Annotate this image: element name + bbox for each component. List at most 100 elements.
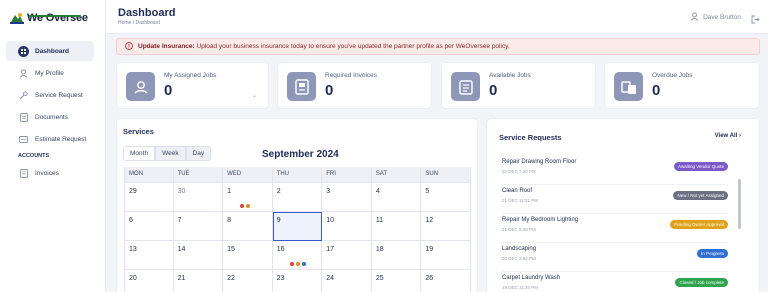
request-name: Landscaping: [502, 246, 537, 252]
list-scrollbar[interactable]: [738, 179, 741, 229]
calendar-day[interactable]: 20: [124, 270, 174, 292]
sidebar-item-label: Invoices: [35, 169, 59, 177]
service-requests-title: Service Requests: [499, 133, 562, 142]
sidebar-item-label: Documents: [35, 113, 68, 121]
request-date: 22 DEC 7:20 PM: [502, 169, 536, 174]
calendar-day[interactable]: 3: [322, 183, 372, 212]
sidebar-item-label: Estimate Request: [35, 135, 87, 143]
service-request-item[interactable]: Clean Roof 21 DEC 11:21 PM New / Not yet…: [502, 185, 728, 214]
top-header: Dashboard Home / Dashboard Dave Brutton: [106, 0, 768, 34]
calendar-day[interactable]: 18: [371, 241, 422, 270]
weekday-header: SUN: [421, 167, 471, 183]
calendar-view-tabs: Month Week Day: [123, 146, 212, 161]
weekday-header: TUE: [173, 167, 224, 183]
insurance-alert: Update Insurance: Upload your business i…: [116, 38, 760, 55]
sidebar-item-invoices[interactable]: Invoices: [6, 163, 94, 183]
service-request-item[interactable]: Landscaping 20 DEC 3:52 PM In Progress: [502, 243, 728, 272]
estimate-icon: [18, 134, 29, 145]
stat-card-overdue-jobs[interactable]: Overdue Jobs 0: [604, 62, 760, 109]
calendar-day[interactable]: 2: [272, 183, 323, 212]
calendar-month-title: September 2024: [262, 149, 339, 160]
calendar-week: 20 21 22 23 24 25 26: [124, 270, 471, 292]
event-dot[interactable]: [295, 262, 300, 266]
sidebar-item-service-request[interactable]: Service Request: [6, 85, 94, 105]
calendar-day[interactable]: 11: [371, 212, 422, 241]
event-dot[interactable]: [240, 204, 245, 208]
calendar-day[interactable]: 19: [421, 241, 471, 270]
breadcrumb[interactable]: Home / Dashboard: [118, 20, 160, 26]
user-menu[interactable]: Dave Brutton: [690, 12, 741, 23]
stat-card-available-jobs[interactable]: Available Jobs 0: [441, 62, 596, 109]
calendar-day[interactable]: 5: [421, 183, 471, 212]
request-name: Repair My Bedroom Lighting: [502, 217, 579, 223]
sidebar-item-label: Service Request: [35, 91, 83, 99]
calendar-day[interactable]: 6: [124, 212, 174, 241]
stat-card-required-invoices[interactable]: Required Invoices 0: [277, 62, 432, 109]
event-dot[interactable]: [246, 204, 251, 208]
stat-card-assigned-jobs[interactable]: My Assigned Jobs 0 ⌄: [116, 62, 269, 109]
sidebar-item-documents[interactable]: Documents: [6, 107, 94, 127]
user-icon: [18, 68, 29, 79]
sidebar-item-estimate-request[interactable]: Estimate Request: [6, 129, 94, 149]
calendar-week: 6 7 8 9 10 11 12: [124, 212, 471, 241]
request-name: Repair Drawing Room Floor: [502, 159, 577, 165]
calendar-day[interactable]: 1: [223, 183, 273, 212]
calendar-day-today[interactable]: 9: [272, 212, 323, 241]
calendar-week: 13 14 15 16 17 18 19: [124, 241, 471, 270]
chevron-down-icon[interactable]: ⌄: [252, 92, 257, 99]
event-dots: [289, 262, 306, 266]
logout-icon[interactable]: [751, 11, 760, 29]
tab-week[interactable]: Week: [155, 146, 186, 161]
service-request-item[interactable]: Repair My Bedroom Lighting 21 DEC 9:28 P…: [502, 214, 728, 243]
calendar-day[interactable]: 8: [223, 212, 273, 241]
stat-label: Available Jobs: [489, 72, 531, 79]
calendar-day[interactable]: 24: [322, 270, 372, 292]
view-all-link[interactable]: View All ›: [715, 133, 741, 139]
invoice-icon: [18, 168, 29, 179]
calendar-day[interactable]: 23: [273, 270, 323, 292]
calendar-grid: MON TUE WED THU FRI SAT SUN 29 30 1 2 3 …: [124, 167, 471, 292]
clipboard-icon: [451, 72, 480, 101]
calendar-day[interactable]: 29: [124, 183, 174, 212]
sidebar-item-dashboard[interactable]: Dashboard: [6, 41, 94, 61]
calendar-day[interactable]: 26: [421, 270, 471, 292]
status-badge: In Progress: [696, 249, 728, 258]
event-dot[interactable]: [301, 262, 306, 266]
alert-message: Upload your business insurance today to …: [196, 43, 510, 50]
tab-month[interactable]: Month: [123, 146, 156, 161]
event-dot[interactable]: [289, 262, 294, 266]
calendar-day[interactable]: 17: [322, 241, 372, 270]
calendar-day[interactable]: 22: [223, 270, 273, 292]
service-request-list: Repair Drawing Room Floor 22 DEC 7:20 PM…: [502, 156, 728, 292]
weekday-header: SAT: [371, 167, 422, 183]
day-number: 1: [227, 188, 232, 195]
calendar-day[interactable]: 12: [421, 212, 471, 241]
request-date: 19 DEC 11:35 PM: [502, 285, 538, 290]
brand-logo[interactable]: We Oversee: [10, 9, 88, 27]
dashboard-icon: [18, 45, 29, 57]
sidebar-item-my-profile[interactable]: My Profile: [6, 63, 94, 83]
calendar-day[interactable]: 25: [372, 270, 422, 292]
user-name: Dave Brutton: [703, 14, 741, 21]
calendar-day[interactable]: 7: [173, 212, 224, 241]
weekday-header: WED: [223, 167, 273, 183]
sidebar-section-accounts: ACCOUNTS: [18, 153, 50, 159]
services-title: Services: [123, 127, 154, 136]
service-request-item[interactable]: Repair Drawing Room Floor 22 DEC 7:20 PM…: [502, 156, 728, 185]
service-request-item[interactable]: Carpet Laundry Wash 19 DEC 11:35 PM Clos…: [502, 272, 728, 292]
calendar-day[interactable]: 21: [174, 270, 224, 292]
stat-value: 0: [325, 82, 334, 99]
calendar-day[interactable]: 13: [124, 241, 174, 270]
calendar-day[interactable]: 30: [173, 183, 224, 212]
status-badge: Pending Owner Approval: [670, 220, 728, 229]
sidebar-nav: Dashboard My Profile Service Request Doc…: [6, 41, 94, 185]
weekday-header: MON: [124, 167, 174, 183]
stat-value: 0: [164, 82, 173, 99]
calendar-day[interactable]: 14: [173, 241, 224, 270]
calendar-day[interactable]: 16: [272, 241, 323, 270]
tab-day[interactable]: Day: [185, 146, 212, 161]
calendar-day[interactable]: 4: [371, 183, 422, 212]
calendar-day[interactable]: 15: [223, 241, 273, 270]
services-panel: Services Month Week Day September 2024 M…: [116, 118, 478, 292]
calendar-day[interactable]: 10: [322, 212, 372, 241]
